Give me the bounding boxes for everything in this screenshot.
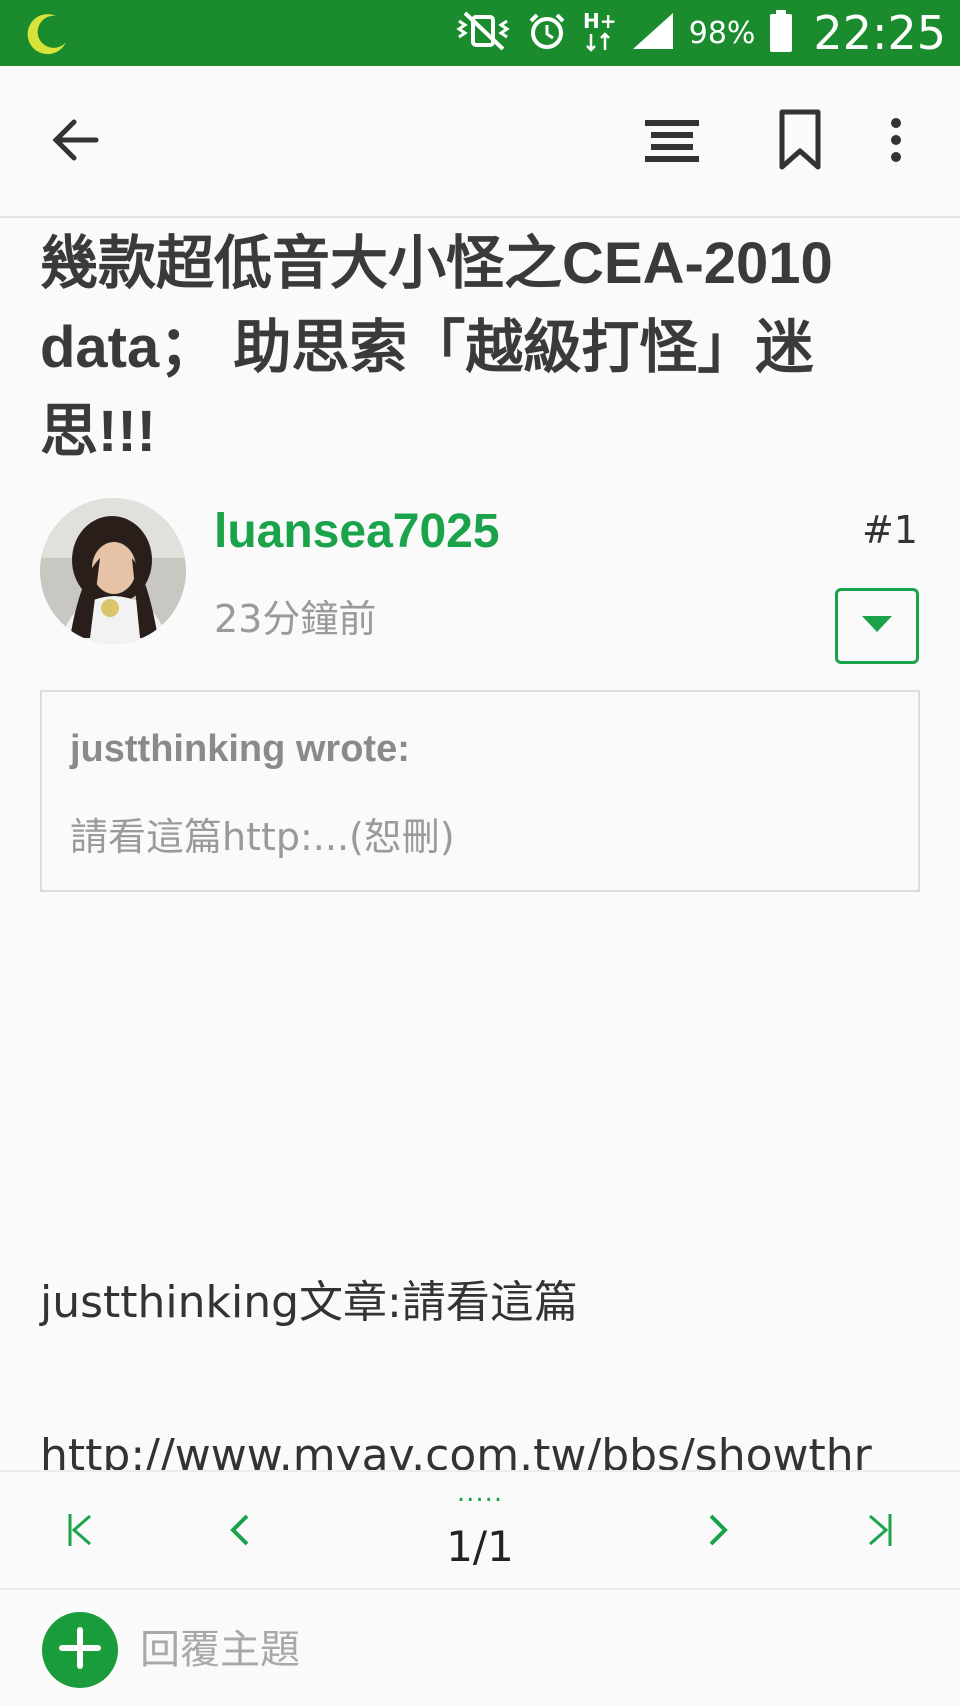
system-icons: H+ 98% 22:25: [453, 0, 946, 66]
post-number: #1: [861, 508, 918, 552]
quote-text: 請看這篇http:...(恕刪): [70, 815, 455, 859]
moon-icon: [26, 12, 70, 60]
first-page-icon: [66, 1512, 94, 1552]
next-page-button[interactable]: [678, 1492, 758, 1572]
page-indicator[interactable]: 1/1: [400, 1522, 560, 1571]
post-timestamp: 23分鐘前: [214, 597, 377, 641]
avatar[interactable]: [40, 498, 186, 644]
chevron-left-icon: [229, 1512, 251, 1552]
back-arrow-icon: [52, 118, 100, 166]
pagination-bar: ..... 1/1: [0, 1470, 960, 1588]
post-body-link[interactable]: http://www.myav.com.tw/bbs/showthr: [40, 1430, 872, 1470]
prev-page-button[interactable]: [200, 1492, 280, 1572]
signal-icon: [631, 11, 675, 55]
more-vert-icon: [889, 118, 903, 166]
post-body-text: justthinking文章:請看這篇: [40, 1277, 578, 1328]
bookmark-icon: [778, 109, 822, 175]
page-dots: .....: [456, 1478, 504, 1508]
thread-content[interactable]: 幾款超低音大小怪之CEA-2010 data； 助思索「越級打怪」迷思!!! l…: [0, 218, 960, 1470]
thread-title: 幾款超低音大小怪之CEA-2010 data； 助思索「越級打怪」迷思!!!: [40, 231, 833, 464]
chevron-right-icon: [707, 1512, 729, 1552]
add-attachment-button[interactable]: [42, 1612, 118, 1688]
clock-time: 22:25: [813, 6, 946, 60]
author-username[interactable]: luansea7025: [214, 504, 500, 559]
back-button[interactable]: [34, 100, 118, 184]
post-menu-button[interactable]: [835, 588, 919, 664]
vibrate-mute-icon: [453, 11, 513, 55]
quote-author: justthinking wrote:: [70, 728, 410, 770]
battery-icon: [769, 10, 793, 56]
more-options-button[interactable]: [862, 100, 930, 184]
bookmark-button[interactable]: [758, 100, 842, 184]
thread-list-button[interactable]: [630, 100, 714, 184]
caret-down-icon: [862, 616, 892, 636]
app-bar: [0, 66, 960, 218]
alarm-icon: [527, 11, 567, 55]
svg-text:H+: H+: [583, 9, 617, 33]
last-page-icon: [866, 1512, 894, 1552]
last-page-button[interactable]: [840, 1492, 920, 1572]
status-bar: H+ 98% 22:25: [0, 0, 960, 66]
screen: H+ 98% 22:25 幾款超低音大小怪之CEA-2010 data； 助思索…: [0, 0, 960, 1706]
first-page-button[interactable]: [40, 1492, 120, 1572]
plus-icon: [58, 1626, 102, 1674]
list-icon: [645, 118, 699, 166]
reply-input[interactable]: [140, 1612, 920, 1688]
reply-bar: [0, 1588, 960, 1706]
battery-percent: 98%: [688, 15, 756, 51]
quote-block: justthinking wrote: 請看這篇http:...(恕刪): [40, 690, 920, 892]
hplus-data-icon: H+: [581, 8, 617, 58]
